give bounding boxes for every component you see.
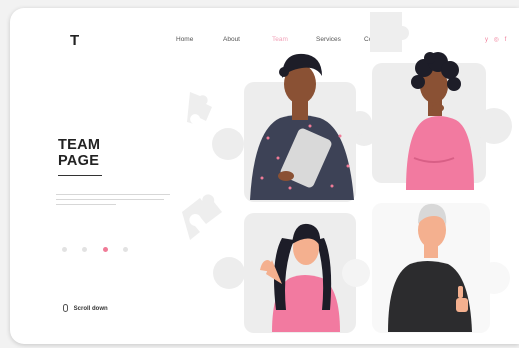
- puzzle-piece-bg-1: [187, 92, 212, 124]
- text-line: [56, 204, 116, 205]
- slider-dot-active[interactable]: [102, 247, 108, 252]
- puzzle-piece-bg-3: [370, 12, 409, 52]
- page-frame: T Home About Team Services Contact y ◎ f: [10, 8, 519, 344]
- team-illustration: [182, 12, 512, 333]
- text-line: [56, 194, 170, 195]
- slider-dot[interactable]: [62, 247, 67, 252]
- slider-dot[interactable]: [82, 247, 88, 252]
- page-title-line-2: PAGE: [58, 153, 100, 169]
- slider-dot[interactable]: [123, 247, 129, 252]
- page-title: TEAM PAGE: [58, 137, 100, 169]
- title-underline: [58, 175, 102, 176]
- scroll-down-label: Scroll down: [73, 306, 108, 312]
- puzzle-piece-bg-2: [182, 194, 222, 240]
- text-line: [56, 199, 164, 200]
- mouse-icon: [63, 304, 68, 312]
- page-title-line-1: TEAM: [58, 137, 101, 153]
- placeholder-text-lines: [56, 194, 170, 209]
- slider-dots: [62, 239, 139, 257]
- scroll-down-link[interactable]: Scroll down: [63, 304, 108, 312]
